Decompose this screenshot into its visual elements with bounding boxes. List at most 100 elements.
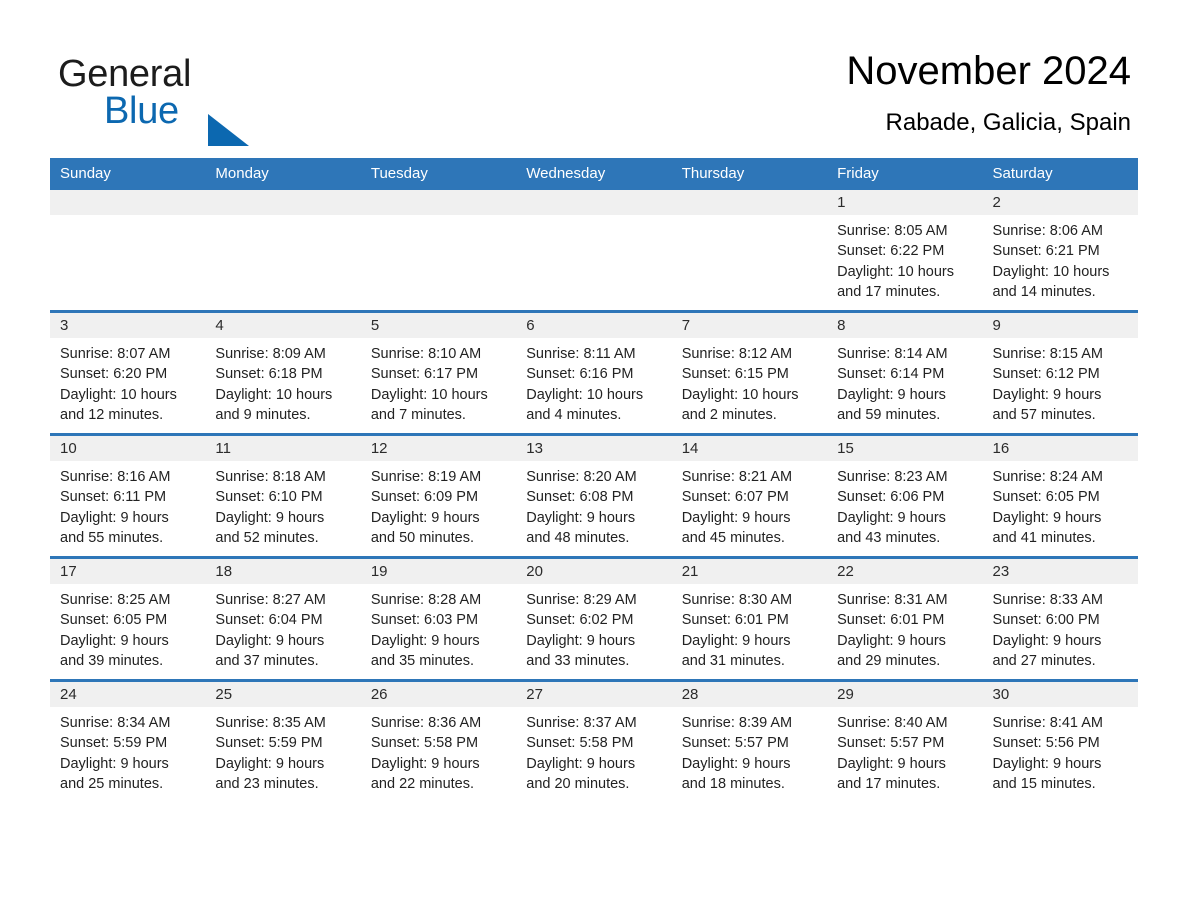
sunrise-text: Sunrise: 8:12 AM bbox=[681, 346, 793, 362]
day-number: 16 bbox=[982, 436, 1138, 461]
calendar-day-cell[interactable]: 11 Sunrise: 8:18 AM Sunset: 6:10 PM Dayligh… bbox=[205, 433, 361, 558]
day-number: 10 bbox=[50, 436, 206, 461]
calendar-day-cell[interactable]: 27 Sunrise: 8:37 AM Sunset: 5:58 PM Dayligh… bbox=[516, 679, 672, 802]
sunrise-text: Sunrise: 8:41 AM bbox=[992, 715, 1103, 731]
day-info: Sunrise: 8:27 AM Sunset: 6:04 PM Daylight:… bbox=[205, 584, 360, 671]
calendar-day-cell[interactable]: 10 Sunrise: 8:16 AM Sunset: 6:11 PM Dayligh… bbox=[50, 433, 206, 558]
calendar-day-cell[interactable]: 23 Sunrise: 8:33 AM Sunset: 6:00 PM Dayligh… bbox=[982, 556, 1138, 681]
day-number: 7 bbox=[671, 313, 828, 338]
calendar-day-cell[interactable]: 25 Sunrise: 8:35 AM Sunset: 5:59 PM Dayligh… bbox=[205, 679, 361, 802]
day-number: 30 bbox=[982, 682, 1138, 707]
calendar-day-cell[interactable]: 22 Sunrise: 8:31 AM Sunset: 6:01 PM Dayligh… bbox=[827, 556, 983, 681]
day-number bbox=[205, 190, 361, 215]
calendar-day-cell-empty bbox=[205, 190, 361, 312]
sunrise-text: Sunrise: 8:39 AM bbox=[681, 715, 793, 731]
day-info: Sunrise: 8:11 AM Sunset: 6:16 PM Daylight:… bbox=[516, 338, 671, 425]
day-number: 13 bbox=[516, 436, 672, 461]
daylight-text: Daylight: 10 hours and 9 minutes. bbox=[215, 386, 333, 423]
sunrise-text: Sunrise: 8:29 AM bbox=[526, 592, 637, 608]
calendar-day-cell[interactable]: 5 Sunrise: 8:10 AM Sunset: 6:17 PM Daylight… bbox=[360, 310, 517, 435]
generalblue-logo[interactable]: General Blue bbox=[58, 52, 298, 146]
calendar-day-cell[interactable]: 20 Sunrise: 8:29 AM Sunset: 6:02 PM Dayligh… bbox=[516, 556, 672, 681]
daylight-text: Daylight: 9 hours and 52 minutes. bbox=[215, 509, 325, 546]
calendar-day-cell[interactable]: 12 Sunrise: 8:19 AM Sunset: 6:09 PM Dayligh… bbox=[360, 433, 517, 558]
sunrise-text: Sunrise: 8:23 AM bbox=[837, 469, 948, 485]
calendar-day-cell[interactable]: 17 Sunrise: 8:25 AM Sunset: 6:05 PM Dayligh… bbox=[50, 556, 206, 681]
sunrise-text: Sunrise: 8:25 AM bbox=[60, 592, 171, 608]
calendar-week-row: 17 Sunrise: 8:25 AM Sunset: 6:05 PM Dayligh… bbox=[50, 556, 1138, 681]
day-number: 6 bbox=[516, 313, 672, 338]
calendar-day-cell[interactable]: 29 Sunrise: 8:40 AM Sunset: 5:57 PM Dayligh… bbox=[827, 679, 983, 802]
calendar-day-cell[interactable]: 18 Sunrise: 8:27 AM Sunset: 6:04 PM Dayligh… bbox=[205, 556, 361, 681]
day-info: Sunrise: 8:10 AM Sunset: 6:17 PM Daylight:… bbox=[361, 338, 516, 425]
calendar-day-cell[interactable]: 6 Sunrise: 8:11 AM Sunset: 6:16 PM Daylight… bbox=[516, 310, 672, 435]
calendar-day-cell[interactable]: 28 Sunrise: 8:39 AM Sunset: 5:57 PM Dayligh… bbox=[671, 679, 828, 802]
calendar-week-row: 24 Sunrise: 8:34 AM Sunset: 5:59 PM Dayligh… bbox=[50, 679, 1138, 802]
calendar-day-cell[interactable]: 21 Sunrise: 8:30 AM Sunset: 6:01 PM Dayligh… bbox=[671, 556, 828, 681]
day-info: Sunrise: 8:39 AM Sunset: 5:57 PM Daylight:… bbox=[672, 707, 827, 794]
sunset-text: Sunset: 6:10 PM bbox=[215, 489, 323, 506]
calendar-day-cell[interactable]: 8 Sunrise: 8:14 AM Sunset: 6:14 PM Daylight… bbox=[827, 310, 983, 435]
weekday-header-wednesday: Wednesday bbox=[516, 158, 672, 190]
day-number: 20 bbox=[516, 559, 672, 584]
calendar-day-cell[interactable]: 24 Sunrise: 8:34 AM Sunset: 5:59 PM Dayligh… bbox=[50, 679, 206, 802]
day-info: Sunrise: 8:23 AM Sunset: 6:06 PM Daylight:… bbox=[827, 461, 982, 548]
day-info: Sunrise: 8:33 AM Sunset: 6:00 PM Daylight:… bbox=[983, 584, 1138, 671]
daylight-text: Daylight: 10 hours and 4 minutes. bbox=[526, 386, 644, 423]
day-info: Sunrise: 8:19 AM Sunset: 6:09 PM Daylight:… bbox=[361, 461, 516, 548]
calendar-day-cell[interactable]: 9 Sunrise: 8:15 AM Sunset: 6:12 PM Daylight… bbox=[982, 310, 1138, 435]
sunrise-text: Sunrise: 8:24 AM bbox=[992, 469, 1103, 485]
sunset-text: Sunset: 5:57 PM bbox=[837, 735, 945, 752]
weekday-header-friday: Friday bbox=[827, 158, 983, 190]
calendar-day-cell[interactable]: 3 Sunrise: 8:07 AM Sunset: 6:20 PM Daylight… bbox=[50, 310, 206, 435]
daylight-text: Daylight: 10 hours and 7 minutes. bbox=[370, 386, 488, 423]
day-info: Sunrise: 8:40 AM Sunset: 5:57 PM Daylight:… bbox=[827, 707, 982, 794]
sunset-text: Sunset: 6:09 PM bbox=[370, 489, 479, 506]
day-info: Sunrise: 8:12 AM Sunset: 6:15 PM Daylight:… bbox=[672, 338, 827, 425]
sunset-text: Sunset: 6:05 PM bbox=[60, 612, 168, 629]
daylight-text: Daylight: 9 hours and 57 minutes. bbox=[992, 386, 1102, 423]
calendar-day-cell[interactable]: 13 Sunrise: 8:20 AM Sunset: 6:08 PM Dayligh… bbox=[516, 433, 672, 558]
logo-triangle-icon bbox=[208, 114, 249, 146]
calendar-day-cell[interactable]: 16 Sunrise: 8:24 AM Sunset: 6:05 PM Dayligh… bbox=[982, 433, 1138, 558]
day-number: 11 bbox=[205, 436, 361, 461]
day-number: 21 bbox=[671, 559, 828, 584]
calendar-day-cell[interactable]: 19 Sunrise: 8:28 AM Sunset: 6:03 PM Dayligh… bbox=[360, 556, 517, 681]
calendar-day-cell[interactable]: 4 Sunrise: 8:09 AM Sunset: 6:18 PM Daylight… bbox=[205, 310, 361, 435]
day-info: Sunrise: 8:30 AM Sunset: 6:01 PM Daylight:… bbox=[672, 584, 827, 671]
day-info: Sunrise: 8:34 AM Sunset: 5:59 PM Daylight:… bbox=[50, 707, 205, 794]
calendar-day-cell[interactable]: 1 Sunrise: 8:05 AM Sunset: 6:22 PM Daylight… bbox=[827, 190, 983, 312]
day-info: Sunrise: 8:37 AM Sunset: 5:58 PM Daylight:… bbox=[516, 707, 671, 794]
day-info: Sunrise: 8:28 AM Sunset: 6:03 PM Daylight:… bbox=[361, 584, 516, 671]
day-number bbox=[360, 190, 517, 215]
day-info: Sunrise: 8:25 AM Sunset: 6:05 PM Daylight:… bbox=[50, 584, 205, 671]
day-number bbox=[50, 190, 206, 215]
sunrise-text: Sunrise: 8:15 AM bbox=[992, 346, 1103, 362]
daylight-text: Daylight: 9 hours and 37 minutes. bbox=[215, 632, 325, 669]
calendar-day-cell-empty bbox=[516, 190, 672, 312]
daylight-text: Daylight: 9 hours and 22 minutes. bbox=[370, 755, 480, 792]
sunset-text: Sunset: 6:14 PM bbox=[837, 366, 945, 383]
calendar-table: Sunday Monday Tuesday Wednesday Thursday… bbox=[50, 158, 1138, 802]
calendar-day-cell[interactable]: 26 Sunrise: 8:36 AM Sunset: 5:58 PM Dayligh… bbox=[360, 679, 517, 802]
sunrise-text: Sunrise: 8:16 AM bbox=[60, 469, 171, 485]
calendar-day-cell[interactable]: 15 Sunrise: 8:23 AM Sunset: 6:06 PM Dayligh… bbox=[827, 433, 983, 558]
sunrise-text: Sunrise: 8:40 AM bbox=[837, 715, 948, 731]
daylight-text: Daylight: 9 hours and 27 minutes. bbox=[992, 632, 1102, 669]
daylight-text: Daylight: 9 hours and 39 minutes. bbox=[60, 632, 169, 669]
daylight-text: Daylight: 9 hours and 15 minutes. bbox=[992, 755, 1102, 792]
calendar-week-row: 3 Sunrise: 8:07 AM Sunset: 6:20 PM Daylight… bbox=[50, 310, 1138, 435]
calendar-day-cell[interactable]: 30 Sunrise: 8:41 AM Sunset: 5:56 PM Dayligh… bbox=[982, 679, 1138, 802]
sunset-text: Sunset: 5:59 PM bbox=[60, 735, 168, 752]
calendar-day-cell[interactable]: 14 Sunrise: 8:21 AM Sunset: 6:07 PM Dayligh… bbox=[671, 433, 828, 558]
day-info: Sunrise: 8:18 AM Sunset: 6:10 PM Daylight:… bbox=[205, 461, 360, 548]
calendar-day-cell[interactable]: 2 Sunrise: 8:06 AM Sunset: 6:21 PM Daylight… bbox=[982, 190, 1138, 312]
sunset-text: Sunset: 5:57 PM bbox=[681, 735, 789, 752]
day-number: 8 bbox=[827, 313, 983, 338]
daylight-text: Daylight: 9 hours and 20 minutes. bbox=[526, 755, 636, 792]
sunrise-text: Sunrise: 8:31 AM bbox=[837, 592, 948, 608]
day-info: Sunrise: 8:41 AM Sunset: 5:56 PM Daylight:… bbox=[983, 707, 1138, 794]
day-number: 15 bbox=[827, 436, 983, 461]
sunset-text: Sunset: 6:16 PM bbox=[526, 366, 634, 383]
calendar-day-cell[interactable]: 7 Sunrise: 8:12 AM Sunset: 6:15 PM Daylight… bbox=[671, 310, 828, 435]
